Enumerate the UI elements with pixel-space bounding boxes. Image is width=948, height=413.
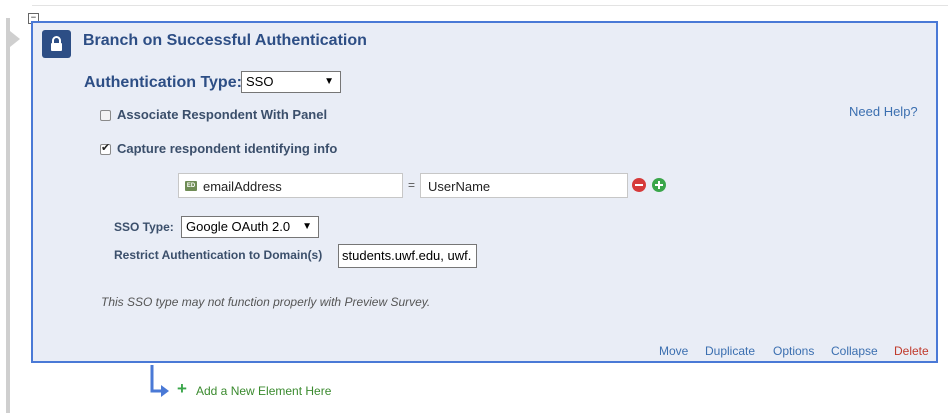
sso-type-select[interactable]: Google OAuth 2.0 ▼ bbox=[181, 216, 319, 238]
need-help-link[interactable]: Need Help? bbox=[849, 104, 918, 119]
chevron-down-icon: ▼ bbox=[324, 76, 334, 87]
collapse-link[interactable]: Collapse bbox=[831, 344, 878, 358]
options-link[interactable]: Options bbox=[773, 344, 814, 358]
lock-badge bbox=[42, 30, 71, 58]
auth-type-value: SSO bbox=[246, 74, 274, 89]
mapping-value-text: UserName bbox=[428, 179, 491, 194]
flow-arrow-icon bbox=[10, 31, 20, 47]
auth-type-select[interactable]: SSO ▼ bbox=[241, 71, 341, 93]
flow-line bbox=[6, 18, 10, 413]
preview-warning-note: This SSO type may not function properly … bbox=[101, 295, 431, 309]
duplicate-link[interactable]: Duplicate bbox=[705, 344, 755, 358]
sso-type-label: SSO Type: bbox=[114, 220, 174, 234]
move-link[interactable]: Move bbox=[659, 344, 688, 358]
add-element-icon[interactable]: + bbox=[177, 379, 187, 399]
domain-restriction-label: Restrict Authentication to Domain(s) bbox=[114, 248, 323, 262]
lock-icon bbox=[51, 36, 62, 51]
embedded-data-tag-icon: ED bbox=[185, 181, 197, 191]
add-element-link[interactable]: Add a New Element Here bbox=[196, 384, 331, 398]
embedded-field-value: emailAddress bbox=[203, 179, 282, 194]
branch-arrow-icon bbox=[150, 365, 169, 397]
delete-link[interactable]: Delete bbox=[894, 344, 929, 358]
chevron-down-icon: ▼ bbox=[302, 221, 312, 232]
auth-type-label: Authentication Type: bbox=[84, 74, 242, 91]
add-mapping-icon[interactable] bbox=[652, 178, 666, 192]
domain-restriction-input[interactable]: students.uwf.edu, uwf. bbox=[338, 244, 477, 268]
associate-panel-checkbox[interactable] bbox=[100, 110, 111, 121]
element-title: Branch on Successful Authentication bbox=[83, 32, 367, 49]
embedded-field-input[interactable]: ED emailAddress bbox=[178, 173, 403, 198]
top-divider bbox=[32, 5, 948, 6]
remove-mapping-icon[interactable] bbox=[632, 178, 646, 192]
capture-info-checkbox[interactable]: ✔ bbox=[100, 142, 111, 155]
mapping-value-input[interactable]: UserName bbox=[420, 173, 628, 198]
equals-sign: = bbox=[408, 178, 416, 192]
associate-panel-label: Associate Respondent With Panel bbox=[117, 107, 328, 122]
capture-info-label: Capture respondent identifying info bbox=[117, 141, 338, 156]
checkmark-icon: ✔ bbox=[101, 142, 111, 154]
sso-type-value: Google OAuth 2.0 bbox=[186, 219, 291, 234]
